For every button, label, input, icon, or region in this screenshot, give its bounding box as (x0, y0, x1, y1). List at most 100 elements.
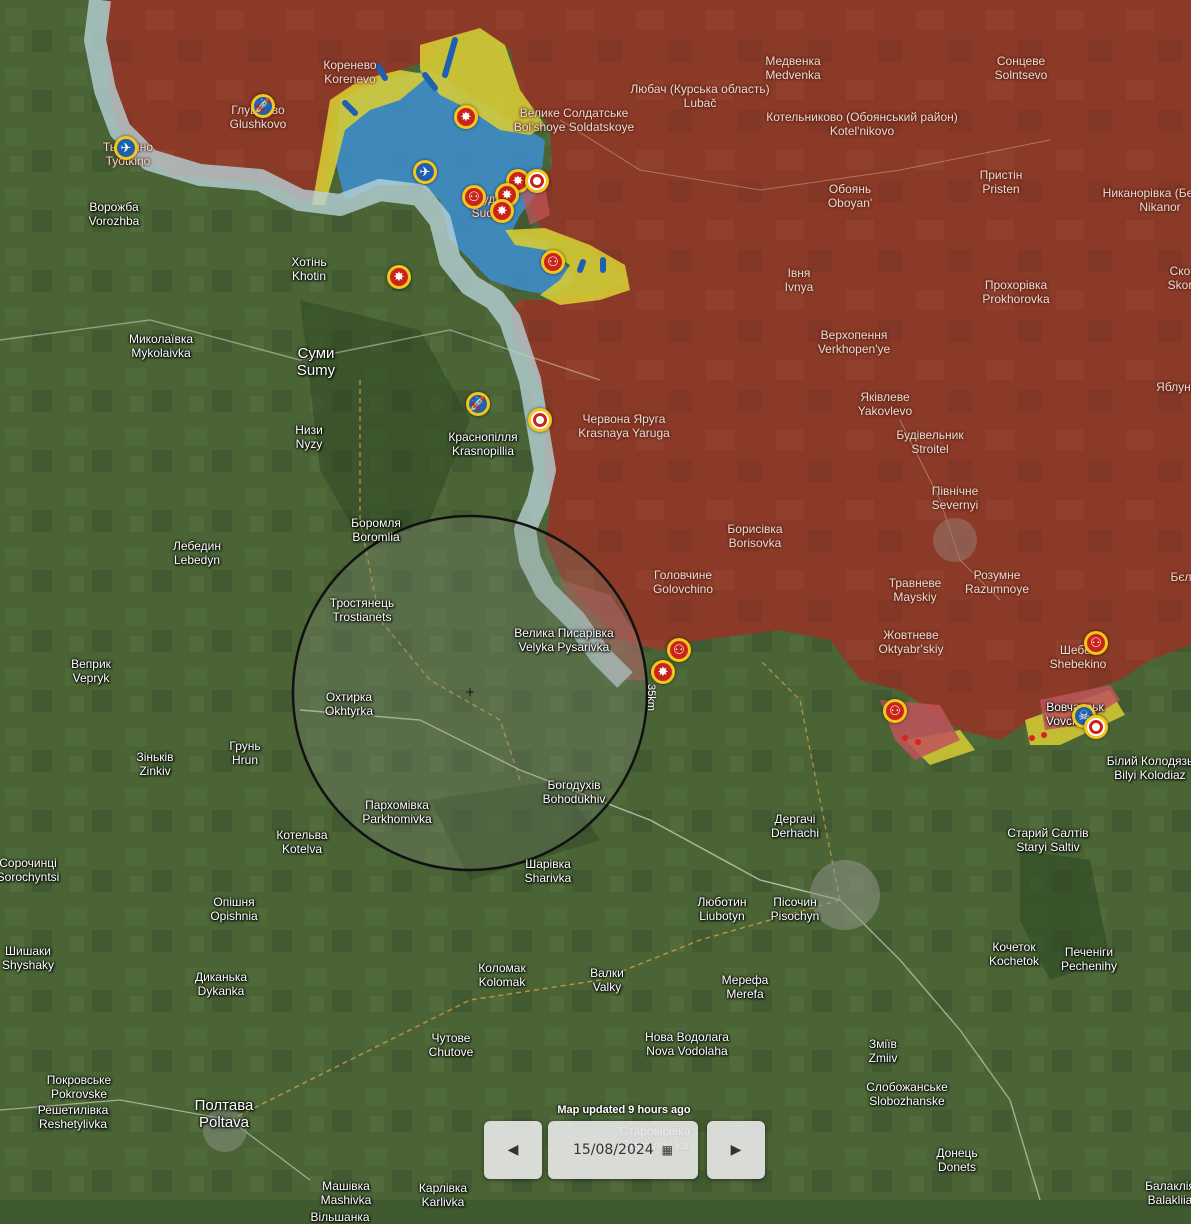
city-label: Білий КолодязьBilyi Kolodiaz (1107, 754, 1191, 782)
missile-icon[interactable]: 🚀 (251, 94, 275, 118)
target-icon[interactable] (525, 169, 549, 193)
city-label: МашівкаMashivka (321, 1179, 372, 1207)
city-name-latin: Vepryk (71, 671, 111, 685)
city-label: ГоловчинеGolovchino (653, 568, 713, 596)
city-label: ДергачіDerhachi (771, 812, 819, 840)
next-date-button[interactable]: ▶ (707, 1121, 765, 1179)
target-icon[interactable] (1084, 715, 1108, 739)
city-name-local: Кочеток (989, 940, 1039, 954)
city-name-local: Покровське (47, 1073, 111, 1087)
city-label: ДиканькаDykanka (195, 970, 247, 998)
city-label: ВорожбаVorozhba (89, 200, 140, 228)
city-label: Вільшанка (310, 1210, 369, 1224)
city-label: КоломакKolomak (478, 961, 525, 989)
city-name-latin: Severnyi (932, 498, 979, 512)
city-label: СлобожанськеSlobozhanske (866, 1080, 948, 1108)
city-label: ПісочинPisochyn (771, 895, 820, 923)
city-name-local: Люботин (698, 895, 747, 909)
city-name-latin: Zinkiv (136, 764, 173, 778)
city-name-latin: Krasnaya Yaruga (578, 426, 670, 440)
city-name-latin: Shebekino (1050, 657, 1107, 671)
city-name-local: Борисівка (727, 522, 782, 536)
missile-icon: 🚀 (255, 100, 271, 113)
drone-icon[interactable]: ⚇ (883, 699, 907, 723)
city-name-latin: Pechenihy (1061, 959, 1117, 973)
explosion-icon: ✸ (394, 271, 405, 284)
city-label: КраснопілляKrasnopillia (448, 430, 517, 458)
city-label: ПрохорівкаProkhorovka (982, 278, 1049, 306)
city-name-local: Мерефа (722, 973, 769, 987)
city-name-latin: Medvenka (765, 68, 820, 82)
city-label: ТростянецьTrostianets (330, 596, 394, 624)
city-name-local: Вільшанка (310, 1210, 369, 1224)
city-name-local: Слобожанське (866, 1080, 948, 1094)
city-label: ОпішняOpishnia (210, 895, 257, 923)
drone-icon[interactable]: ⚇ (1084, 631, 1108, 655)
city-name-local: Будівельник (896, 428, 963, 442)
city-name-latin: Khotin (291, 269, 326, 283)
explosion-icon[interactable]: ✸ (454, 105, 478, 129)
city-name-latin: Korenevo (323, 72, 376, 86)
city-label: ПолтаваPoltava (195, 1097, 254, 1131)
city-label: ВеприкVepryk (71, 657, 111, 685)
city-label: ЯківлевеYakovlevo (858, 390, 912, 418)
airstrike-icon: ✈ (121, 142, 132, 155)
missile-icon[interactable]: 🚀 (466, 392, 490, 416)
date-picker[interactable]: 15/08/2024 ▦ (548, 1121, 698, 1179)
explosion-icon: ✸ (658, 666, 669, 679)
city-name-latin: Poltava (195, 1114, 254, 1131)
city-name-latin: Golovchino (653, 582, 713, 596)
city-name-latin: Bilyi Kolodiaz (1107, 768, 1191, 782)
city-label: ХотіньKhotin (291, 255, 326, 283)
city-label: ПеченігиPechenihy (1061, 945, 1117, 973)
city-name-local: Сонцеве (995, 54, 1048, 68)
city-name-local: Боромля (351, 516, 401, 530)
city-name-local: Зіньків (136, 750, 173, 764)
city-name-local: Карлівка (419, 1181, 467, 1195)
explosion-icon[interactable]: ✸ (651, 660, 675, 684)
city-label: ВерхопенняVerkhopen'ye (818, 328, 890, 356)
city-name-local: Старий Салтів (1007, 826, 1088, 840)
city-name-local: Краснопілля (448, 430, 517, 444)
city-name-latin: Oktyabr'skiy (879, 642, 944, 656)
city-name-local: Медвенка (765, 54, 820, 68)
city-name-local: Велике Солдатське (514, 106, 634, 120)
city-label: МедвенкаMedvenka (765, 54, 820, 82)
city-name-local: Пристін (980, 168, 1023, 182)
city-name-latin: Pokrovske (47, 1087, 111, 1101)
city-label: ПівнічнеSevernyi (932, 484, 979, 512)
explosion-icon: ✸ (461, 111, 472, 124)
city-label: МерефаMerefa (722, 973, 769, 1001)
city-label: Никанорівка (БелгорNikanor (1103, 186, 1191, 214)
prev-date-button[interactable]: ◀ (484, 1121, 542, 1179)
city-label: РешетилівкаReshetylivka (38, 1103, 108, 1131)
city-name-local: Сорочинці (0, 856, 59, 870)
explosion-icon[interactable]: ✸ (387, 265, 411, 289)
drone-icon[interactable]: ⚇ (541, 250, 565, 274)
city-label: КотельваKotelva (276, 828, 327, 856)
map-updated-text: Map updated 9 hours ago (557, 1104, 690, 1116)
explosion-icon[interactable]: ✸ (490, 199, 514, 223)
city-label: СумиSumy (297, 345, 335, 379)
city-name-local: Головчине (653, 568, 713, 582)
city-label: ЗіньківZinkiv (136, 750, 173, 778)
city-name-latin: Dykanka (195, 984, 247, 998)
drone-icon: ⚇ (673, 644, 685, 657)
airstrike-icon[interactable]: ✈ (114, 136, 138, 160)
city-name-latin: Slobozhanske (866, 1094, 948, 1108)
city-name-latin: Karlivka (419, 1195, 467, 1209)
drone-icon: ⚇ (1090, 637, 1102, 650)
airstrike-icon[interactable]: ✈ (413, 160, 437, 184)
date-value: 15/08/2024 (573, 1142, 654, 1158)
city-name-latin: Kolomak (478, 975, 525, 989)
chevron-right-icon: ▶ (731, 1142, 742, 1158)
city-name-latin: Trostianets (330, 610, 394, 624)
city-name-local: Пісочин (771, 895, 820, 909)
target-icon[interactable] (528, 408, 552, 432)
city-label: Котельниково (Обоянський район)Kotel'nik… (766, 110, 958, 138)
drone-icon[interactable]: ⚇ (462, 185, 486, 209)
city-name-local: Травневе (889, 576, 942, 590)
drone-icon[interactable]: ⚇ (667, 638, 691, 662)
city-name-local: Печеніги (1061, 945, 1117, 959)
city-name-local: Північне (932, 484, 979, 498)
